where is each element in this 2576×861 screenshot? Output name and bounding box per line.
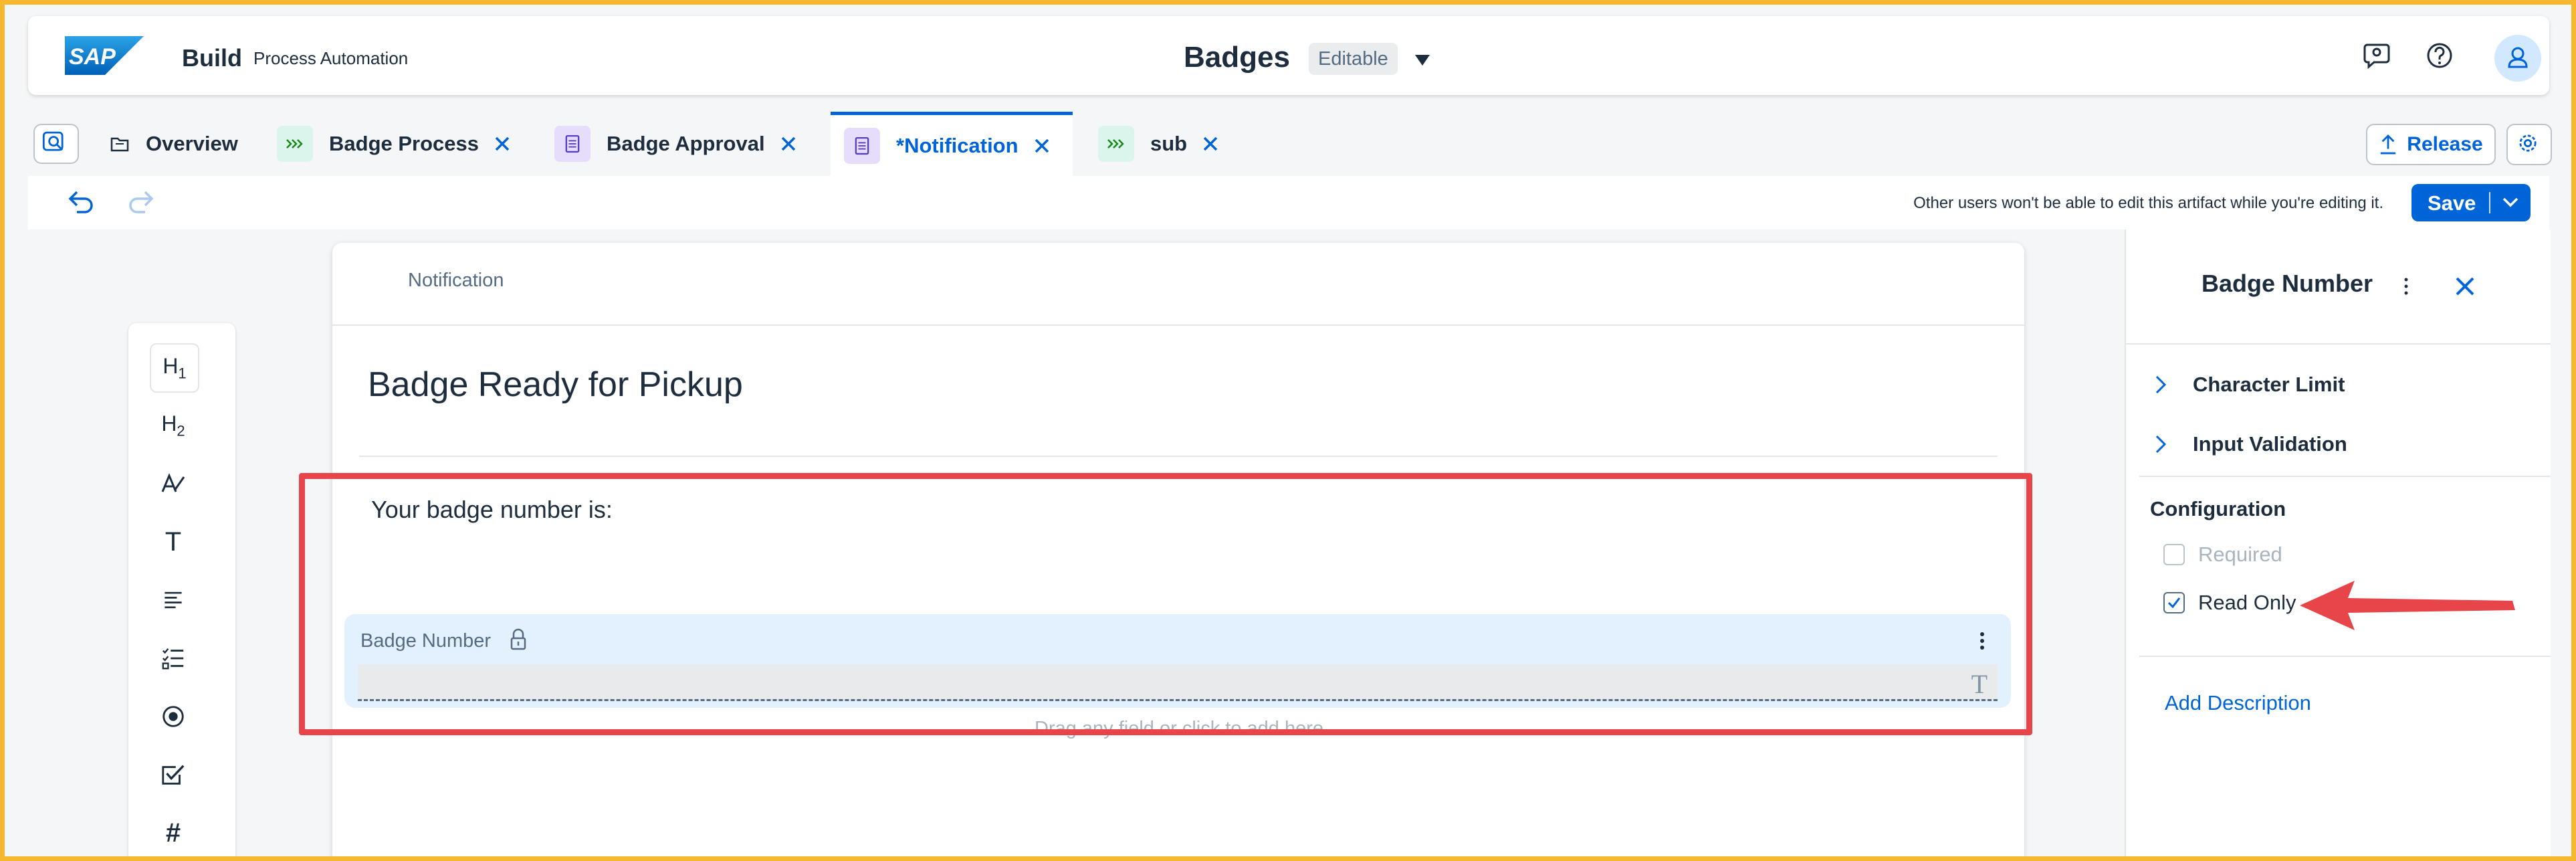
tab-bar: Overview Badge Process Badge Approval *N… — [28, 112, 2552, 176]
divider — [332, 324, 2024, 326]
accordion-label: Input Validation — [2193, 432, 2347, 456]
form-header-label: Notification — [408, 270, 504, 291]
tab-overview[interactable]: Overview — [102, 112, 238, 176]
rich-text-tool[interactable] — [150, 460, 197, 507]
user-icon — [2508, 47, 2528, 68]
save-label: Save — [2428, 191, 2476, 215]
panel-title: Badge Number — [2202, 270, 2373, 297]
shell-bar: SAP Build Process Automation Badges Edit… — [28, 16, 2549, 95]
number-icon: # — [165, 818, 181, 848]
tab-label: Badge Process — [329, 132, 479, 155]
divider — [2139, 476, 2551, 477]
radio-icon — [163, 706, 184, 727]
caret-down-icon[interactable] — [1412, 51, 1432, 68]
red-arrow-icon — [2300, 581, 2515, 630]
artifact-search-button[interactable] — [33, 124, 79, 164]
save-button[interactable]: Save — [2411, 184, 2531, 221]
chevron-down-icon[interactable] — [2501, 195, 2520, 211]
app-frame: SAP Build Process Automation Badges Edit… — [5, 5, 2571, 856]
settings-button[interactable] — [2506, 124, 2552, 165]
accordion-input-validation[interactable]: Input Validation — [2153, 427, 2347, 461]
help-icon[interactable] — [2424, 39, 2456, 72]
tab-sub[interactable]: sub — [1098, 112, 1220, 176]
svg-text:SAP: SAP — [69, 44, 116, 70]
brand-name: Build — [182, 44, 242, 72]
checkbox-icon — [162, 765, 185, 785]
heading2-icon: H2 — [161, 411, 185, 440]
release-label: Release — [2407, 133, 2483, 155]
paragraph-icon — [165, 591, 182, 609]
form-title[interactable]: Badge Ready for Pickup — [368, 365, 743, 405]
tab-label: sub — [1150, 132, 1188, 155]
close-icon[interactable] — [492, 134, 512, 154]
redo-icon[interactable] — [125, 188, 157, 216]
release-button[interactable]: Release — [2366, 124, 2496, 165]
divider — [359, 456, 1998, 457]
required-option[interactable]: Required — [2163, 543, 2282, 567]
editor-toolbar: Other users won't be able to edit this a… — [28, 176, 2549, 231]
form-icon — [554, 126, 591, 162]
properties-panel: Badge Number Character Limit Input Valid… — [2125, 229, 2551, 856]
folder-icon — [102, 126, 138, 162]
close-icon[interactable] — [1200, 134, 1220, 154]
radio-tool[interactable] — [150, 693, 197, 740]
page-title: Badges — [1184, 41, 1290, 74]
text-icon: T — [165, 527, 182, 557]
text-tool[interactable]: T — [150, 518, 197, 565]
chevron-right-icon — [2155, 375, 2167, 394]
checkbox-label: Read Only — [2198, 591, 2296, 614]
save-separator — [2489, 192, 2490, 213]
form-icon — [844, 127, 880, 164]
tab-label: Overview — [146, 132, 238, 155]
paragraph-tool[interactable] — [150, 577, 197, 624]
status-badge: Editable — [1309, 43, 1398, 75]
accordion-character-limit[interactable]: Character Limit — [2153, 368, 2345, 401]
sap-logo-icon[interactable]: SAP — [65, 36, 144, 75]
check-icon — [2167, 597, 2181, 609]
checklist-icon — [162, 648, 184, 670]
divider — [2126, 343, 2551, 345]
upload-icon — [2381, 134, 2396, 155]
search-icon — [42, 131, 64, 151]
required-checkbox[interactable] — [2163, 544, 2185, 565]
close-icon[interactable] — [778, 134, 798, 154]
checkbox-label: Required — [2198, 543, 2282, 566]
gear-icon — [2519, 134, 2537, 152]
read-only-option[interactable]: Read Only — [2163, 591, 2296, 615]
chevron-right-icon — [2155, 435, 2167, 454]
rich-text-icon — [161, 473, 185, 492]
process-icon — [277, 126, 313, 162]
heading1-tool[interactable]: H1 — [150, 343, 199, 393]
lock-message: Other users won't be able to edit this a… — [1913, 194, 2383, 212]
heading2-tool[interactable]: H2 — [150, 402, 197, 449]
feedback-icon[interactable] — [2361, 39, 2393, 72]
tab-label: Badge Approval — [607, 132, 765, 155]
tab-badge-process[interactable]: Badge Process — [277, 112, 512, 176]
checkbox-tool[interactable] — [150, 751, 197, 798]
tab-badge-approval[interactable]: Badge Approval — [554, 112, 798, 176]
read-only-checkbox[interactable] — [2163, 592, 2185, 613]
accordion-label: Character Limit — [2193, 373, 2345, 396]
divider — [2139, 656, 2551, 657]
element-palette: H1 H2 T # — [128, 323, 235, 856]
tab-notification[interactable]: *Notification — [831, 112, 1073, 176]
close-icon[interactable] — [1032, 136, 1052, 156]
checklist-tool[interactable] — [150, 635, 197, 682]
close-icon[interactable] — [2454, 275, 2476, 298]
configuration-heading: Configuration — [2150, 497, 2286, 520]
process-icon — [1098, 126, 1134, 162]
heading1-icon: H1 — [163, 353, 187, 382]
more-vertical-icon[interactable] — [2399, 275, 2413, 298]
undo-icon[interactable] — [65, 188, 97, 216]
number-tool[interactable]: # — [150, 809, 197, 856]
highlight-box — [299, 473, 2032, 735]
user-avatar[interactable] — [2494, 35, 2541, 82]
brand-subtitle: Process Automation — [253, 48, 409, 68]
tab-label: *Notification — [896, 133, 1018, 157]
add-description-link[interactable]: Add Description — [2165, 691, 2311, 715]
